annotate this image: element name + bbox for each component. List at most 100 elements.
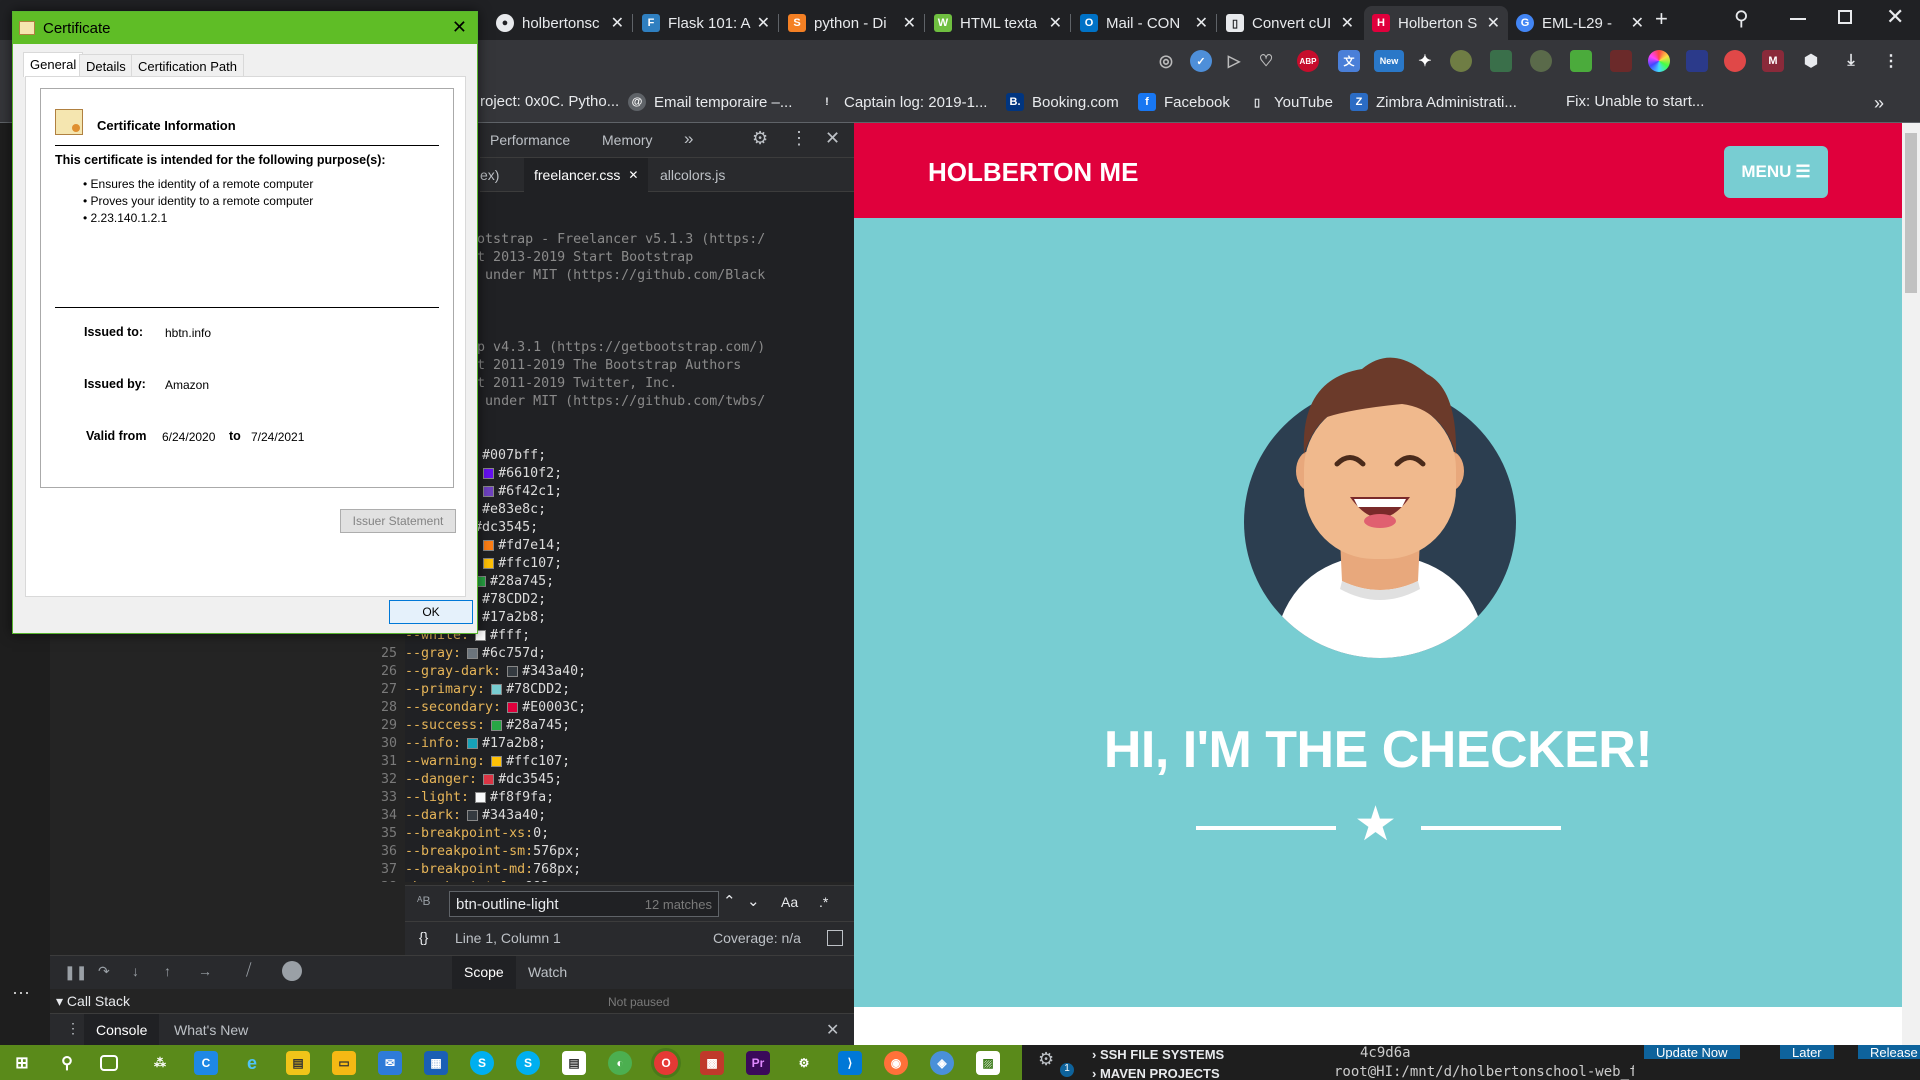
new-tab-button[interactable]: +	[1655, 6, 1668, 32]
menu-icon[interactable]: ⋮	[1880, 50, 1902, 72]
release-notes-button[interactable]: Release N	[1858, 1045, 1920, 1059]
toggle-sidebar-icon[interactable]	[827, 930, 843, 946]
console-tab[interactable]: Console	[84, 1014, 160, 1046]
tab-memory[interactable]: Memory	[602, 132, 653, 148]
color-swatch[interactable]	[483, 485, 495, 497]
later-button[interactable]: Later	[1780, 1045, 1834, 1059]
color-swatch[interactable]	[483, 539, 495, 551]
premiere-icon[interactable]: Pr	[746, 1051, 770, 1075]
skype-icon[interactable]: S	[516, 1051, 540, 1075]
color-swatch[interactable]	[507, 665, 519, 677]
extension-icon[interactable]	[1610, 50, 1632, 72]
mail-extension-icon[interactable]: M	[1762, 50, 1784, 72]
cube-icon[interactable]: ⬢	[1800, 50, 1822, 72]
file-tab[interactable]: allcolors.js	[660, 167, 725, 183]
page-scrollbar[interactable]	[1902, 123, 1920, 1045]
tab-stackoverflow[interactable]: Spython - Di ✕	[780, 6, 924, 40]
opera-icon[interactable]: O	[654, 1051, 678, 1075]
minimize-button[interactable]	[1790, 18, 1806, 20]
more-icon[interactable]: ⋯	[12, 983, 30, 1004]
step-out-icon[interactable]: ↑	[164, 963, 171, 979]
update-now-button[interactable]: Update Now	[1644, 1045, 1740, 1059]
color-swatch[interactable]	[491, 719, 503, 731]
search-icon[interactable]: ⚲	[55, 1051, 79, 1075]
download-icon[interactable]: ⤓	[1840, 50, 1862, 72]
translate-icon[interactable]: 文	[1338, 50, 1360, 72]
bookmark-item[interactable]: ▯ YouTube	[1248, 93, 1333, 111]
color-swatch[interactable]	[491, 755, 503, 767]
store-icon[interactable]: ▤	[286, 1051, 310, 1075]
extension-icon[interactable]	[1530, 50, 1552, 72]
gear-icon[interactable]: ⚙	[1038, 1049, 1054, 1070]
step-over-icon[interactable]: ↷	[98, 963, 110, 980]
deactivate-breakpoints-icon[interactable]: ⧸	[246, 962, 251, 980]
close-icon[interactable]: ✕	[757, 13, 770, 33]
search-input[interactable]: btn-outline-light 12 matches	[449, 891, 719, 917]
scrollbar-thumb[interactable]	[1905, 133, 1917, 293]
close-icon[interactable]: ✕	[1341, 13, 1354, 33]
close-icon[interactable]: ✕	[1631, 13, 1644, 33]
match-case-button[interactable]: Aa	[781, 894, 798, 910]
task-view-icon[interactable]	[100, 1055, 118, 1071]
tab-performance[interactable]: Performance	[490, 132, 570, 148]
drawer-menu-icon[interactable]: ⋮	[66, 1020, 80, 1037]
more-panels-icon[interactable]: »	[684, 129, 693, 149]
close-icon[interactable]: ✕	[1049, 13, 1062, 33]
file-explorer-icon[interactable]: ▭	[332, 1051, 356, 1075]
file-tab[interactable]: ex)	[480, 167, 499, 183]
shield-icon[interactable]: ✓	[1190, 50, 1212, 72]
site-brand[interactable]: HOLBERTON ME	[928, 157, 1138, 188]
color-swatch[interactable]	[491, 683, 503, 695]
extension-icon[interactable]	[1570, 50, 1592, 72]
new-extension-icon[interactable]: New	[1374, 50, 1404, 72]
color-swatch[interactable]	[475, 791, 487, 803]
tab-html-textarea[interactable]: W HTML texta ✕	[926, 6, 1070, 40]
bookmark-item[interactable]: f Facebook	[1138, 93, 1230, 111]
bookmark-item[interactable]: B. Booking.com	[1006, 93, 1119, 111]
whats-new-tab[interactable]: What's New	[174, 1022, 248, 1038]
kebab-menu-icon[interactable]: ⋮	[790, 128, 808, 149]
bookmark-item[interactable]: roject: 0x0C. Pytho...	[480, 93, 619, 110]
close-drawer-icon[interactable]: ✕	[826, 1020, 839, 1040]
app-icon[interactable]: ⚙	[792, 1051, 816, 1075]
skype-icon[interactable]: S	[470, 1051, 494, 1075]
vscode-icon[interactable]: ⟩	[838, 1051, 862, 1075]
regex-button[interactable]: .*	[819, 894, 828, 910]
color-swatch[interactable]	[483, 773, 495, 785]
app-icon[interactable]: ▤	[562, 1051, 586, 1075]
color-picker-icon[interactable]	[1648, 50, 1670, 72]
tab-flask[interactable]: F Flask 101: A ✕	[634, 6, 778, 40]
close-icon[interactable]: ✕	[452, 17, 467, 38]
mail-icon[interactable]: ✉	[378, 1051, 402, 1075]
step-icon[interactable]: →	[198, 963, 212, 979]
close-icon[interactable]: ✕	[1195, 13, 1208, 33]
tab-certification-path[interactable]: Certification Path	[131, 54, 244, 76]
search-tabs-icon[interactable]: ⚲	[1734, 6, 1749, 31]
close-icon[interactable]: ✕	[903, 13, 916, 33]
heart-icon[interactable]: ♡	[1255, 50, 1277, 72]
tab-convert[interactable]: ▯ Convert cUI ✕	[1218, 6, 1362, 40]
color-swatch[interactable]	[467, 737, 479, 749]
send-icon[interactable]: ▷	[1223, 50, 1245, 72]
close-icon[interactable]: ✕	[611, 13, 624, 33]
color-swatch[interactable]	[483, 467, 495, 479]
extension-icon[interactable]	[1724, 50, 1746, 72]
pause-exceptions-icon[interactable]	[282, 961, 302, 981]
color-swatch[interactable]	[507, 701, 519, 713]
tab-github[interactable]: ● holbertonsc ✕	[488, 6, 632, 40]
app-icon[interactable]: ▦	[424, 1051, 448, 1075]
pause-icon[interactable]: ❚❚	[64, 964, 87, 981]
tab-details[interactable]: Details	[79, 54, 133, 76]
start-icon[interactable]: ⊞	[10, 1051, 34, 1075]
image-viewer-icon[interactable]: ▨	[976, 1051, 1000, 1075]
extension-icon[interactable]	[1686, 50, 1708, 72]
tab-holberton[interactable]: H Holberton S ✕	[1364, 6, 1508, 40]
bookmark-item[interactable]: ! Captain log: 2019-1...	[818, 93, 987, 111]
app-icon[interactable]: ▩	[700, 1051, 724, 1075]
close-devtools-icon[interactable]: ✕	[825, 128, 840, 149]
close-icon[interactable]: ✕	[1487, 13, 1500, 33]
more-bookmarks-icon[interactable]: »	[1874, 93, 1884, 114]
call-stack-header[interactable]: ▾ Call Stack	[56, 993, 130, 1010]
color-swatch[interactable]	[483, 557, 495, 569]
previous-match-icon[interactable]: ⌃	[723, 892, 736, 910]
